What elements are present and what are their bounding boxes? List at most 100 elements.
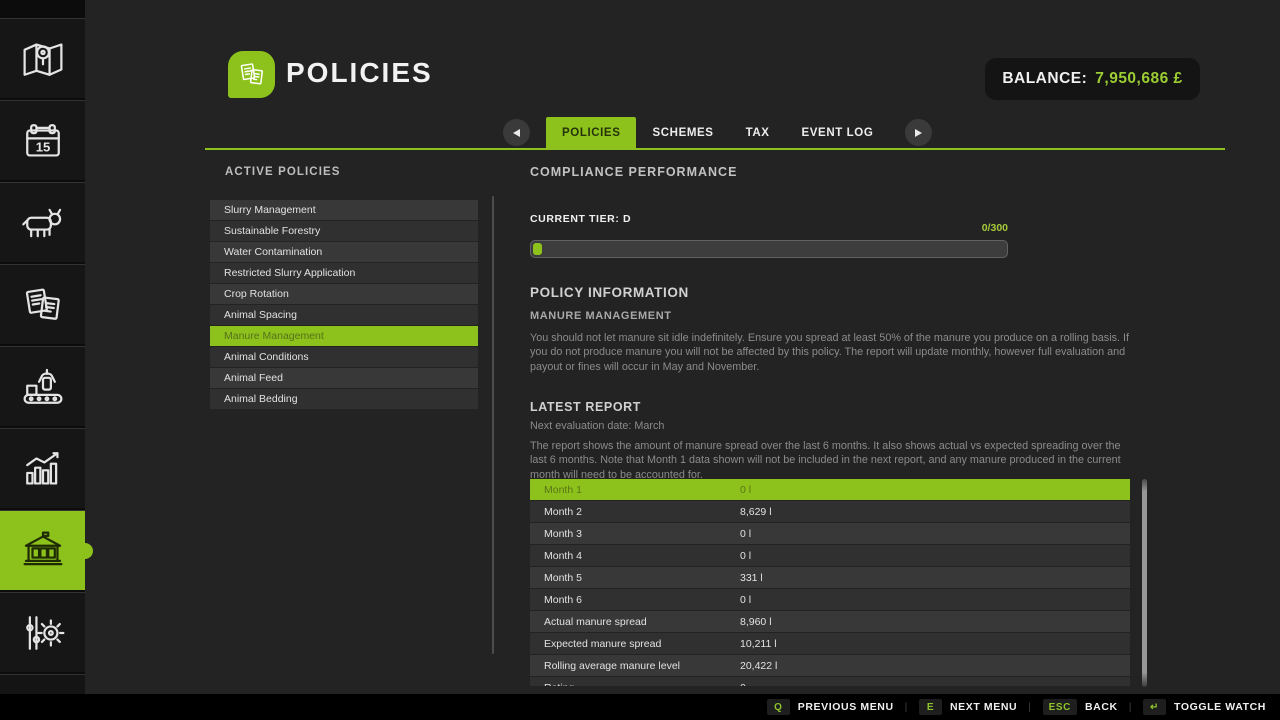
report-row-value: 331 l	[740, 572, 763, 584]
report-row-label: Month 6	[530, 594, 740, 606]
policy-info-heading: POLICY INFORMATION	[530, 285, 689, 300]
tab-bar: POLICIES SCHEMES TAX EVENT LOG	[503, 117, 932, 148]
key-badge[interactable]: E	[919, 699, 942, 715]
animals-icon	[19, 202, 67, 244]
sidebar-item-settings[interactable]	[0, 592, 85, 672]
settings-icon	[19, 612, 67, 654]
policy-list-item[interactable]: Sustainable Forestry	[210, 221, 478, 241]
report-row-label: Month 5	[530, 572, 740, 584]
policy-list-item[interactable]: Crop Rotation	[210, 284, 478, 304]
statistics-icon	[19, 448, 67, 490]
sidebar-item-finances[interactable]	[0, 510, 85, 590]
report-row-value: 8,629 l	[740, 506, 772, 518]
keyboard-hint: Q PREVIOUS MENU	[767, 699, 894, 715]
report-row-value: 0 l	[740, 484, 751, 496]
report-row-label: Month 3	[530, 528, 740, 540]
policy-list-item[interactable]: Animal Bedding	[210, 389, 478, 409]
keyboard-hint: ↵ TOGGLE WATCH	[1118, 699, 1266, 715]
tab-label: EVENT LOG	[802, 127, 874, 139]
map-icon	[19, 38, 67, 80]
policy-list-item-label: Water Contamination	[224, 246, 322, 258]
report-table-row[interactable]: Month 1 0 l	[530, 479, 1130, 500]
policy-list-item-label: Restricted Slurry Application	[224, 267, 355, 279]
report-table-row[interactable]: Month 3 0 l	[530, 523, 1130, 544]
sidebar: 15	[0, 0, 85, 694]
report-table-scrollbar[interactable]	[1142, 479, 1147, 687]
compliance-heading: COMPLIANCE PERFORMANCE	[530, 165, 737, 179]
policies-icon	[228, 51, 275, 98]
arrow-right-icon	[915, 129, 922, 137]
report-row-label: Expected manure spread	[530, 638, 740, 650]
report-table-row[interactable]: Expected manure spread 10,211 l	[530, 633, 1130, 654]
report-row-value: 0 l	[740, 528, 751, 540]
compliance-progress-text: 0/300	[530, 222, 1008, 234]
report-row-value: 0	[740, 682, 746, 687]
report-row-label: Month 1	[530, 484, 740, 496]
report-table-row[interactable]: Actual manure spread 8,960 l	[530, 611, 1130, 632]
policy-list-item-label: Animal Bedding	[224, 393, 298, 405]
balance-value: 7,950,686 £	[1095, 70, 1182, 88]
policy-list-item[interactable]: Animal Spacing	[210, 305, 478, 325]
report-table-row[interactable]: Month 4 0 l	[530, 545, 1130, 566]
sidebar-item-production[interactable]	[0, 346, 85, 426]
compliance-progress-fill	[533, 243, 542, 255]
report-table-row[interactable]: Rating 0	[530, 677, 1130, 686]
keyboard-hint-label: PREVIOUS MENU	[798, 701, 894, 713]
policy-list-item[interactable]: Slurry Management	[210, 200, 478, 220]
footer-bar: Q PREVIOUS MENU E NEXT MENU ESC BACK ↵ T…	[0, 694, 1280, 720]
sidebar-item-animals[interactable]	[0, 182, 85, 262]
arrow-left-icon	[513, 129, 520, 137]
report-row-label: Rating	[530, 682, 740, 687]
policies-screen: 15	[0, 0, 1280, 720]
report-row-value: 8,960 l	[740, 616, 772, 628]
sidebar-item-partial	[0, 674, 85, 694]
calendar-day-label: 15	[35, 139, 50, 154]
tab[interactable]: SCHEMES	[636, 117, 729, 148]
policy-list-item-label: Animal Spacing	[224, 309, 297, 321]
report-table-row[interactable]: Rolling average manure level 20,422 l	[530, 655, 1130, 676]
report-row-value: 10,211 l	[740, 638, 777, 650]
tab[interactable]: POLICIES	[546, 117, 636, 148]
contracts-icon	[19, 284, 67, 326]
tabs-next-button[interactable]	[905, 119, 932, 146]
policy-list-item-label: Manure Management	[224, 330, 324, 342]
sidebar-item-statistics[interactable]	[0, 428, 85, 508]
tabs-prev-button[interactable]	[503, 119, 530, 146]
tab-label: TAX	[746, 127, 770, 139]
report-description: The report shows the amount of manure sp…	[530, 439, 1136, 482]
report-table-row[interactable]: Month 5 331 l	[530, 567, 1130, 588]
finances-icon	[19, 530, 67, 572]
key-badge[interactable]: ↵	[1143, 699, 1166, 715]
report-row-value: 0 l	[740, 594, 751, 606]
report-row-label: Month 4	[530, 550, 740, 562]
tab[interactable]: TAX	[730, 117, 786, 148]
key-badge[interactable]: ESC	[1043, 699, 1077, 715]
policy-list-item[interactable]: Water Contamination	[210, 242, 478, 262]
policy-list-item[interactable]: Animal Feed	[210, 368, 478, 388]
policy-list-item-label: Sustainable Forestry	[224, 225, 320, 237]
keyboard-hint-label: BACK	[1085, 701, 1118, 713]
calendar-icon: 15	[19, 120, 67, 162]
keyboard-hint: E NEXT MENU	[894, 699, 1018, 715]
policy-list-item[interactable]: Manure Management	[210, 326, 478, 346]
policy-list-item-label: Animal Conditions	[224, 351, 309, 363]
report-row-label: Actual manure spread	[530, 616, 740, 628]
policy-list-scrollbar[interactable]	[492, 196, 494, 654]
report-table-row[interactable]: Month 2 8,629 l	[530, 501, 1130, 522]
sidebar-item-contracts[interactable]	[0, 264, 85, 344]
report-row-label: Month 2	[530, 506, 740, 518]
key-badge[interactable]: Q	[767, 699, 790, 715]
policy-list-item-label: Slurry Management	[224, 204, 316, 216]
balance-label: BALANCE:	[1002, 70, 1087, 88]
latest-report-heading: LATEST REPORT	[530, 400, 641, 414]
policy-list-item[interactable]: Restricted Slurry Application	[210, 263, 478, 283]
policy-name-heading: MANURE MANAGEMENT	[530, 310, 672, 322]
active-policies-list: Slurry Management Sustainable Forestry W…	[210, 200, 478, 410]
policy-list-item-label: Crop Rotation	[224, 288, 289, 300]
tab[interactable]: EVENT LOG	[786, 117, 890, 148]
report-table-row[interactable]: Month 6 0 l	[530, 589, 1130, 610]
active-policies-heading: ACTIVE POLICIES	[225, 166, 341, 178]
policy-list-item[interactable]: Animal Conditions	[210, 347, 478, 367]
sidebar-item-map[interactable]	[0, 18, 85, 98]
sidebar-item-calendar[interactable]: 15	[0, 100, 85, 180]
